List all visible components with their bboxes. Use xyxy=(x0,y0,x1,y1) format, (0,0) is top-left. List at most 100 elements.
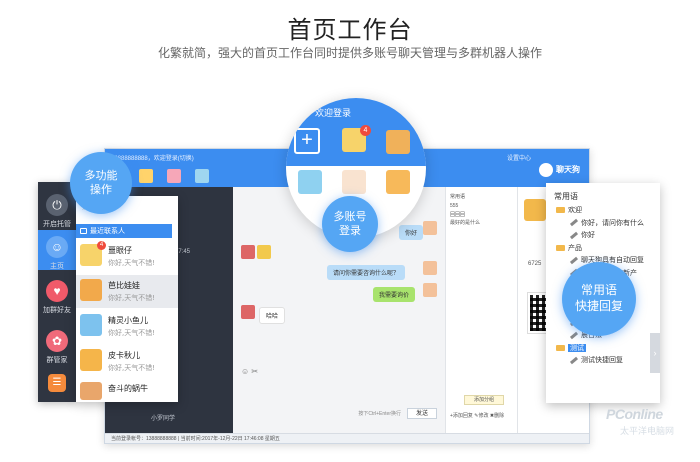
account-avatar[interactable] xyxy=(386,130,410,154)
profile-avatar xyxy=(524,199,546,221)
dock-item-home[interactable]: ☺ 主页 xyxy=(38,230,76,270)
phrases-title: 常用语 xyxy=(554,192,578,201)
recent-contacts-label: 最近联系人 xyxy=(90,227,125,235)
tree-item[interactable]: 555 xyxy=(450,203,458,209)
recent-contacts-tab[interactable]: 最近联系人 xyxy=(76,224,172,238)
tree-actions[interactable]: +添加回复 ✎修改 ✖删除 xyxy=(450,412,504,419)
contact-avatar xyxy=(241,245,255,259)
contact-name: 芭比娃娃 xyxy=(108,281,140,290)
side-count: 6725 xyxy=(528,261,542,267)
folder-icon xyxy=(556,344,565,351)
contact-name: 精灵小鱼儿 xyxy=(108,316,148,325)
phrase-item[interactable]: 你好 xyxy=(569,230,595,240)
contact-avatar xyxy=(80,314,102,336)
pencil-icon xyxy=(569,256,579,264)
chat-icon xyxy=(80,228,87,234)
welcome-text: ，欢迎登录 xyxy=(306,109,352,119)
phrase-folder[interactable]: 欢迎 xyxy=(556,205,582,215)
dock-item-hosting[interactable]: ⏻ 开启托管 xyxy=(38,194,76,229)
home-icon: ☺ xyxy=(46,236,68,258)
phrase-text: 测试快捷回复 xyxy=(581,356,623,364)
quick-phrase-callout: 常用语 快捷回复 xyxy=(562,262,636,336)
user-avatar xyxy=(423,283,437,297)
list-item[interactable]: 奋斗的蜗牛 xyxy=(76,378,178,402)
contact-avatar xyxy=(80,349,102,371)
list-item[interactable]: 精灵小鱼儿 你好,天气不错! xyxy=(76,310,178,343)
status-bar: 当前登录帐号：13888888888 | 当前时间:2017年-12月-22日 … xyxy=(105,433,589,443)
logo-text: 聊天狗 xyxy=(556,165,580,174)
callout-text: 快捷回复 xyxy=(574,299,623,313)
dock-item-more[interactable]: ☰ xyxy=(38,374,76,392)
contact-name: 噩眼仔 xyxy=(108,246,132,255)
account-avatar[interactable] xyxy=(195,169,209,183)
add-friend-icon: ♥ xyxy=(46,280,68,302)
phrase-text: 你好，请问你有什么 xyxy=(581,218,644,227)
app-logo: 聊天狗 xyxy=(539,163,583,179)
settings-link[interactable]: 设置中心 xyxy=(507,153,531,162)
dock-item-add-friends[interactable]: ♥ 加群好友 xyxy=(38,280,76,315)
phrase-folder[interactable]: 测试 xyxy=(556,343,586,353)
left-dock: ⏻ 开启托管 ☺ 主页 ♥ 加群好友 ✿ 群管家 ☰ xyxy=(38,182,76,402)
emoji-icon[interactable]: ☺ ✂ xyxy=(241,367,258,376)
add-account-button[interactable]: + xyxy=(294,128,320,154)
phrase-item[interactable]: 你好，请问你有什么 xyxy=(569,218,644,228)
folder-icon xyxy=(556,244,565,251)
contact-message: 你好,天气不错! xyxy=(108,364,156,372)
chat-bubble: 我需要询价 xyxy=(373,287,416,302)
pencil-icon xyxy=(569,356,579,364)
page-subtitle: 化繁就简，强大的首页工作台同时提供多账号聊天管理与多群机器人操作 xyxy=(157,46,542,60)
page-title: 首页工作台 xyxy=(287,16,413,44)
phrase-tree-panel: 常用语 555 回回回 最好的是什么 添加分组 +添加回复 ✎修改 ✖删除 xyxy=(445,187,517,433)
unread-badge: 4 xyxy=(97,241,106,250)
pencil-icon xyxy=(569,331,579,339)
account-avatar[interactable] xyxy=(342,170,366,194)
more-icon: ☰ xyxy=(48,374,66,392)
phrase-text: 测试 xyxy=(568,343,586,352)
send-hint: 按下Ctrl+Enter换行 xyxy=(358,411,401,417)
dock-label: 加群好友 xyxy=(43,306,71,314)
callout-text: 常用语 xyxy=(580,283,617,298)
callout-text: 多功能 xyxy=(84,168,118,182)
multi-function-callout: 多功能 操作 xyxy=(70,152,132,214)
account-avatar[interactable] xyxy=(298,170,322,194)
dock-label: 主页 xyxy=(50,262,64,270)
account-avatar[interactable] xyxy=(139,169,153,183)
contact-avatar xyxy=(257,245,271,259)
user-avatar xyxy=(423,261,437,275)
tree-item[interactable]: 回回回 xyxy=(450,211,465,218)
contact-message: 你好,天气不错! xyxy=(108,294,156,302)
multi-account-callout: 多账号 登录 xyxy=(322,196,378,252)
tree-item[interactable]: 最好的是什么 xyxy=(450,219,480,226)
chat-row-name[interactable]: 小罗同学 xyxy=(151,413,175,422)
list-item[interactable]: 芭比娃娃 你好,天气不错! xyxy=(76,275,178,308)
pencil-icon xyxy=(569,231,579,239)
watermark-sub: 太平洋电脑网 xyxy=(620,426,675,436)
list-item[interactable]: 皮卡秋儿 你好,天气不错! xyxy=(76,345,178,378)
phrase-item[interactable]: 测试快捷回复 xyxy=(569,355,623,365)
chat-bubble: 哈哈 xyxy=(259,307,286,324)
contact-avatar xyxy=(241,305,255,319)
send-button[interactable]: 发送 xyxy=(407,408,437,419)
contact-message: 你好,天气不错! xyxy=(108,259,156,267)
add-group-button[interactable]: 添加分组 xyxy=(464,395,504,405)
contact-avatar xyxy=(80,382,102,400)
tree-header: 常用语 xyxy=(450,194,466,200)
chevron-right-icon[interactable]: › xyxy=(650,333,660,373)
contact-name: 皮卡秋儿 xyxy=(108,351,140,360)
contact-message: 你好,天气不错! xyxy=(108,329,156,337)
contact-avatar xyxy=(80,279,102,301)
callout-text: 登录 xyxy=(339,224,361,237)
phrase-text: 欢迎 xyxy=(568,206,582,214)
watermark-logo: PConline xyxy=(606,406,663,422)
phrase-text: 你好 xyxy=(581,231,595,239)
chat-bubble: 请问你需要咨询什么呢？ xyxy=(327,265,406,280)
logo-icon xyxy=(539,163,553,177)
account-avatar[interactable] xyxy=(167,169,181,183)
list-item[interactable]: 4 噩眼仔 你好,天气不错! xyxy=(76,240,178,273)
dock-item-group-manager[interactable]: ✿ 群管家 xyxy=(38,330,76,365)
callout-text: 操作 xyxy=(90,183,112,196)
phrase-folder[interactable]: 产品 xyxy=(556,243,582,253)
callout-text: 多账号 xyxy=(333,209,367,223)
account-avatar[interactable] xyxy=(386,170,410,194)
unread-badge: 4 xyxy=(360,125,371,136)
